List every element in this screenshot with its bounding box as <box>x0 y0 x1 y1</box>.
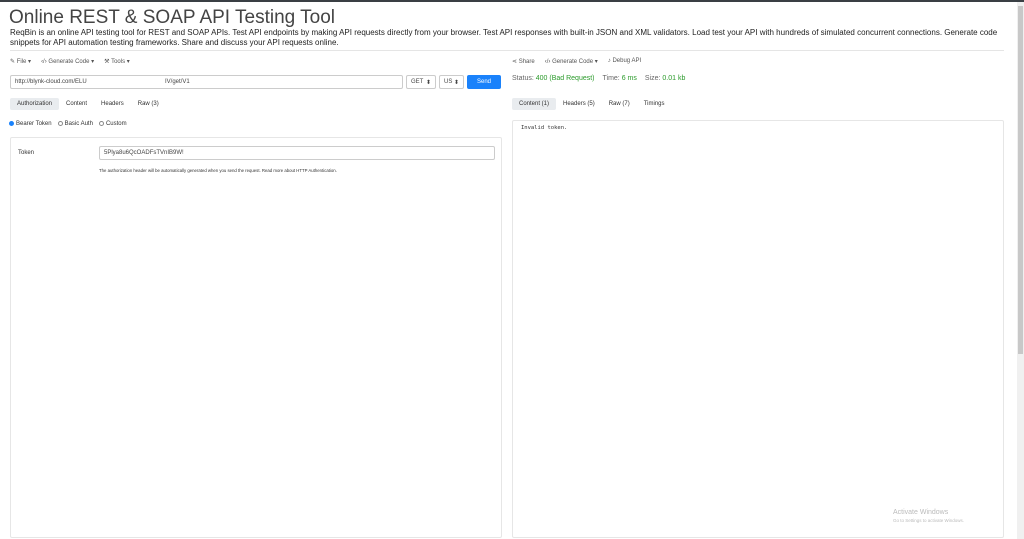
time-value: 6 ms <box>621 75 637 82</box>
tab-response-raw[interactable]: Raw (7) <box>602 98 637 110</box>
tools-label: Tools ▾ <box>111 59 130 65</box>
tab-raw[interactable]: Raw (3) <box>131 98 166 110</box>
select-arrows-icon: ⬍ <box>453 79 459 86</box>
time-label: Time: <box>602 75 620 82</box>
share-label: Share <box>518 59 535 65</box>
file-menu[interactable]: ✎ File ▾ <box>10 58 31 65</box>
generate-code-menu[interactable]: ‹/› Generate Code ▾ <box>41 58 94 65</box>
response-body[interactable]: Invalid token. <box>512 120 1004 538</box>
generate-label: Generate Code ▾ <box>552 59 598 65</box>
file-label: File ▾ <box>16 59 32 65</box>
code-icon: ‹/› <box>544 59 551 65</box>
tab-response-content[interactable]: Content (1) <box>512 98 557 110</box>
tab-response-timings[interactable]: Timings <box>637 98 672 110</box>
auth-type-radios: Bearer Token Basic Auth Custom <box>9 121 127 127</box>
share-icon: ⋖ <box>512 59 518 65</box>
status-value: 400 (Bad Request) <box>535 75 595 82</box>
divider <box>10 50 1004 51</box>
page-title: Online REST & SOAP API Testing Tool <box>9 7 335 28</box>
select-arrows-icon: ⬍ <box>425 79 431 86</box>
debug-icon: ♪ <box>607 58 611 64</box>
auth-panel: Token 5Plya8u6QcOADFsTVnIB9W! The author… <box>10 137 502 538</box>
token-value: 5Plya8u6QcOADFsTVnIB9W! <box>104 150 184 156</box>
debug-label: Debug API <box>612 58 642 64</box>
token-input[interactable]: 5Plya8u6QcOADFsTVnIB9W! <box>99 146 495 160</box>
watermark-title: Activate Windows <box>893 509 949 516</box>
auth-help-text: The authorization header will be automat… <box>99 168 337 173</box>
size-label: Size: <box>644 75 661 82</box>
edit-icon: ✎ <box>10 59 16 65</box>
token-label: Token <box>18 150 35 156</box>
send-button[interactable]: Send <box>467 75 501 89</box>
region-select[interactable]: US ⬍ <box>439 75 464 89</box>
url-text: http://blynk-cloud.com/ELU <box>15 79 87 85</box>
radio-bearer-token[interactable]: Bearer Token <box>9 121 52 127</box>
tools-menu[interactable]: ⚒ Tools ▾ <box>104 58 130 65</box>
generate-label: Generate Code ▾ <box>48 59 95 65</box>
radio-label: Custom <box>105 121 127 128</box>
request-tabs: Authorization Content Headers Raw (3) <box>10 98 166 110</box>
watermark-subtitle: Go to Settings to activate Windows. <box>893 518 965 523</box>
radio-label: Bearer Token <box>16 121 52 128</box>
windows-watermark: Activate Windows Go to Settings to activ… <box>893 509 964 523</box>
scrollbar-thumb[interactable] <box>1018 6 1023 354</box>
response-tabs: Content (1) Headers (5) Raw (7) Timings <box>512 98 672 110</box>
radio-label: Basic Auth <box>64 121 93 128</box>
page-description: ReqBin is an online API testing tool for… <box>10 28 998 47</box>
generate-code-menu-right[interactable]: ‹/› Generate Code ▾ <box>545 58 598 65</box>
response-status: Status: 400 (Bad Request) Time: 6 ms Siz… <box>512 75 685 82</box>
url-input[interactable]: http://blynk-cloud.com/ELU IV/get/V1 <box>10 75 403 89</box>
tab-headers[interactable]: Headers <box>94 98 131 110</box>
debug-api-button[interactable]: ♪ Debug API <box>608 58 641 65</box>
status-label: Status: <box>512 75 534 82</box>
method-value: GET <box>411 79 424 85</box>
share-button[interactable]: ⋖ Share <box>512 58 535 65</box>
size-value: 0.01 kb <box>662 75 686 82</box>
tools-icon: ⚒ <box>104 59 110 65</box>
radio-custom[interactable]: Custom <box>98 121 127 128</box>
tab-content[interactable]: Content <box>59 98 94 110</box>
method-select[interactable]: GET ⬍ <box>406 75 436 89</box>
tab-authorization[interactable]: Authorization <box>10 98 60 110</box>
region-value: US <box>444 79 453 85</box>
request-toolbar: ✎ File ▾ ‹/› Generate Code ▾ ⚒ Tools ▾ <box>10 58 130 65</box>
url-text-tail: IV/get/V1 <box>165 79 190 85</box>
response-toolbar: ⋖ Share ‹/› Generate Code ▾ ♪ Debug API <box>512 58 641 65</box>
radio-basic-auth[interactable]: Basic Auth <box>57 121 93 128</box>
code-icon: ‹/› <box>41 59 47 65</box>
tab-response-headers[interactable]: Headers (5) <box>556 98 602 110</box>
